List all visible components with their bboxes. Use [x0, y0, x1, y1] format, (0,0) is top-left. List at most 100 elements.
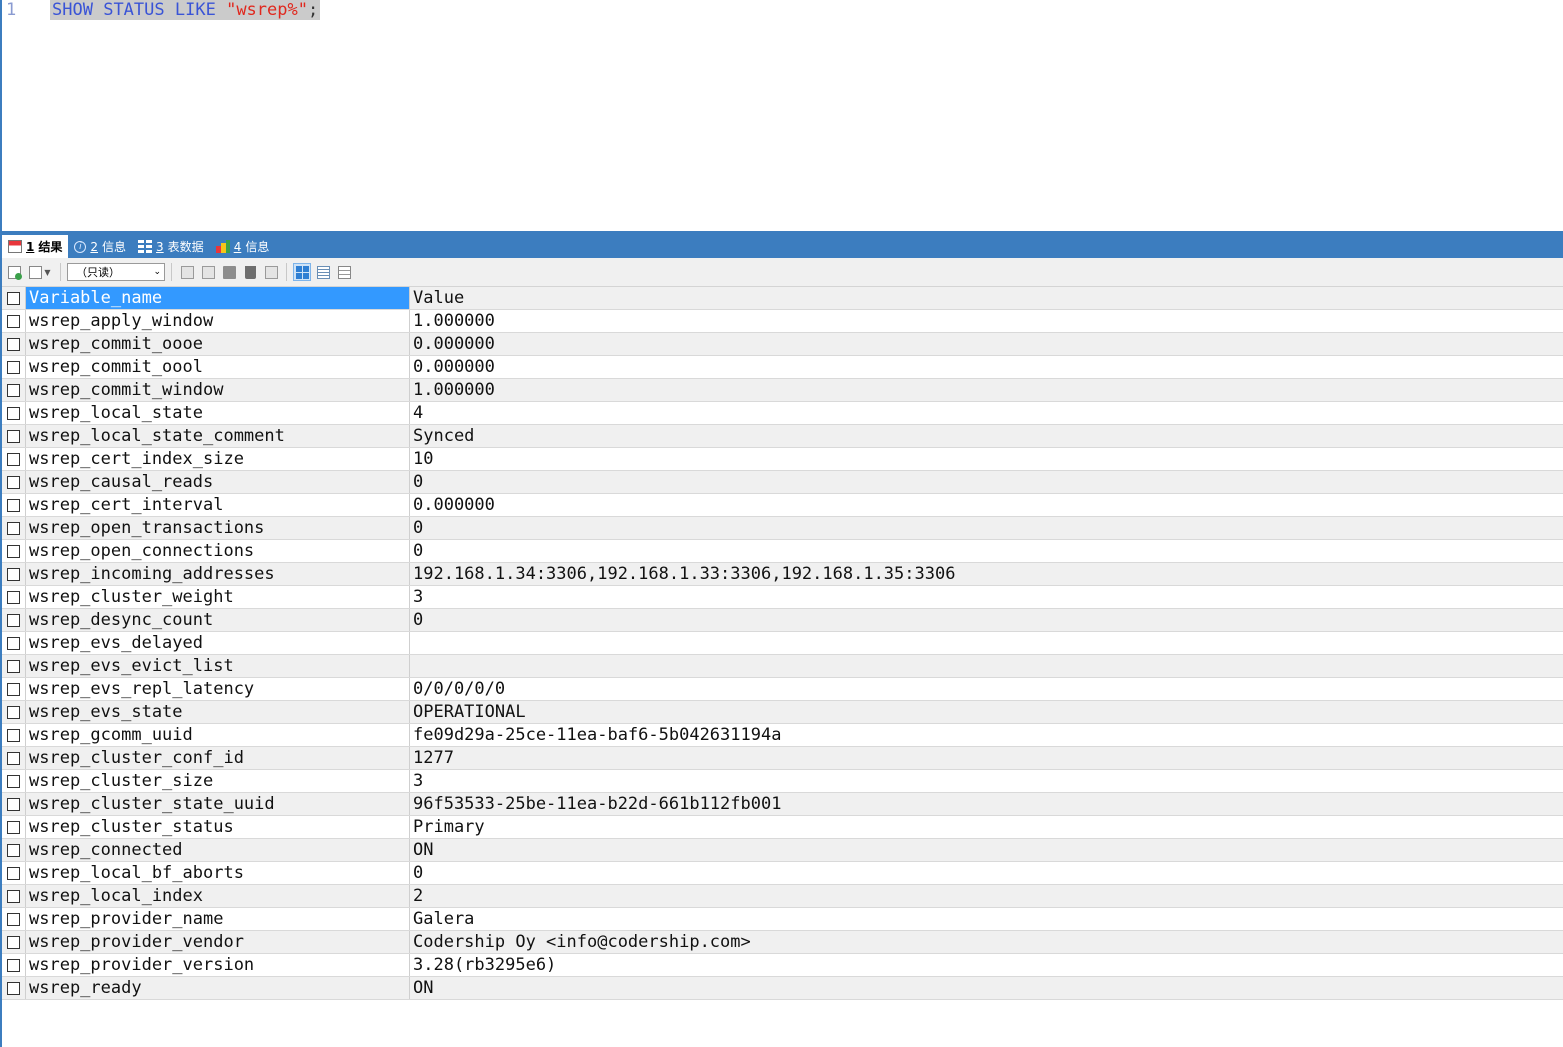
row-select-cell[interactable]: [2, 425, 26, 447]
row-checkbox[interactable]: [7, 636, 20, 650]
variable-name-cell[interactable]: wsrep_local_state: [26, 402, 410, 424]
row-checkbox[interactable]: [7, 705, 20, 719]
save-button[interactable]: [220, 263, 238, 281]
sql-query-line[interactable]: SHOW STATUS LIKE "wsrep%";: [50, 0, 321, 20]
row-checkbox[interactable]: [7, 406, 20, 420]
row-select-cell[interactable]: [2, 977, 26, 999]
row-checkbox[interactable]: [7, 452, 20, 466]
row-checkbox[interactable]: [7, 314, 20, 328]
text-view-button[interactable]: [335, 263, 353, 281]
row-select-cell[interactable]: [2, 379, 26, 401]
row-select-cell[interactable]: [2, 954, 26, 976]
value-cell[interactable]: 0: [410, 540, 1563, 562]
row-select-cell[interactable]: [2, 356, 26, 378]
table-row[interactable]: wsrep_evs_repl_latency 0/0/0/0/0: [2, 678, 1563, 701]
variable-name-cell[interactable]: wsrep_cluster_state_uuid: [26, 793, 410, 815]
variable-name-cell[interactable]: wsrep_cluster_status: [26, 816, 410, 838]
row-select-cell[interactable]: [2, 931, 26, 953]
row-checkbox[interactable]: [7, 521, 20, 535]
column-header-variable-name[interactable]: Variable_name: [26, 287, 410, 309]
row-select-cell[interactable]: [2, 885, 26, 907]
row-checkbox[interactable]: [7, 728, 20, 742]
variable-name-cell[interactable]: wsrep_cluster_conf_id: [26, 747, 410, 769]
table-row[interactable]: wsrep_commit_window 1.000000: [2, 379, 1563, 402]
table-row[interactable]: wsrep_evs_state OPERATIONAL: [2, 701, 1563, 724]
variable-name-cell[interactable]: wsrep_open_transactions: [26, 517, 410, 539]
variable-name-cell[interactable]: wsrep_commit_oool: [26, 356, 410, 378]
value-cell[interactable]: 2: [410, 885, 1563, 907]
value-cell[interactable]: 0.000000: [410, 333, 1563, 355]
row-select-cell[interactable]: [2, 333, 26, 355]
edit-mode-select[interactable]: （只读） ⌄: [67, 263, 165, 281]
grid-options-button[interactable]: ▼: [26, 263, 54, 281]
variable-name-cell[interactable]: wsrep_local_index: [26, 885, 410, 907]
table-row[interactable]: wsrep_desync_count 0: [2, 609, 1563, 632]
table-row[interactable]: wsrep_cluster_status Primary: [2, 816, 1563, 839]
variable-name-cell[interactable]: wsrep_connected: [26, 839, 410, 861]
variable-name-cell[interactable]: wsrep_open_connections: [26, 540, 410, 562]
variable-name-cell[interactable]: wsrep_provider_version: [26, 954, 410, 976]
table-row[interactable]: wsrep_apply_window 1.000000: [2, 310, 1563, 333]
table-row[interactable]: wsrep_cert_index_size 10: [2, 448, 1563, 471]
variable-name-cell[interactable]: wsrep_evs_delayed: [26, 632, 410, 654]
value-cell[interactable]: 0.000000: [410, 356, 1563, 378]
table-row[interactable]: wsrep_provider_vendor Codership Oy <info@…: [2, 931, 1563, 954]
value-cell[interactable]: 3: [410, 586, 1563, 608]
row-select-cell[interactable]: [2, 448, 26, 470]
table-row[interactable]: wsrep_cluster_conf_id 1277: [2, 747, 1563, 770]
copy-row-button[interactable]: [178, 263, 196, 281]
row-checkbox[interactable]: [7, 912, 20, 926]
variable-name-cell[interactable]: wsrep_incoming_addresses: [26, 563, 410, 585]
value-cell[interactable]: [410, 632, 1563, 654]
row-select-cell[interactable]: [2, 471, 26, 493]
table-row[interactable]: wsrep_commit_oooe 0.000000: [2, 333, 1563, 356]
table-row[interactable]: wsrep_open_connections 0: [2, 540, 1563, 563]
row-checkbox[interactable]: [7, 659, 20, 673]
duplicate-button[interactable]: [199, 263, 217, 281]
row-checkbox[interactable]: [7, 981, 20, 995]
value-cell[interactable]: 1.000000: [410, 379, 1563, 401]
select-all-cell[interactable]: [2, 287, 26, 309]
row-select-cell[interactable]: [2, 586, 26, 608]
table-row[interactable]: wsrep_causal_reads 0: [2, 471, 1563, 494]
row-select-cell[interactable]: [2, 724, 26, 746]
row-checkbox[interactable]: [7, 935, 20, 949]
row-select-cell[interactable]: [2, 494, 26, 516]
variable-name-cell[interactable]: wsrep_cluster_weight: [26, 586, 410, 608]
row-select-cell[interactable]: [2, 908, 26, 930]
value-cell[interactable]: 1277: [410, 747, 1563, 769]
row-checkbox[interactable]: [7, 682, 20, 696]
variable-name-cell[interactable]: wsrep_gcomm_uuid: [26, 724, 410, 746]
row-checkbox[interactable]: [7, 475, 20, 489]
row-select-cell[interactable]: [2, 402, 26, 424]
value-cell[interactable]: 192.168.1.34:3306,192.168.1.33:3306,192.…: [410, 563, 1563, 585]
row-checkbox[interactable]: [7, 613, 20, 627]
delete-button[interactable]: [241, 263, 259, 281]
tab-table-data[interactable]: 3 表数据: [132, 235, 210, 258]
variable-name-cell[interactable]: wsrep_causal_reads: [26, 471, 410, 493]
table-row[interactable]: wsrep_cluster_size 3: [2, 770, 1563, 793]
value-cell[interactable]: 0: [410, 609, 1563, 631]
row-select-cell[interactable]: [2, 816, 26, 838]
table-row[interactable]: wsrep_incoming_addresses 192.168.1.34:330…: [2, 563, 1563, 586]
tab-info[interactable]: i 2 信息: [68, 235, 132, 258]
table-row[interactable]: wsrep_local_bf_aborts 0: [2, 862, 1563, 885]
row-select-cell[interactable]: [2, 517, 26, 539]
table-row[interactable]: wsrep_provider_version 3.28(rb3295e6): [2, 954, 1563, 977]
table-row[interactable]: wsrep_commit_oool 0.000000: [2, 356, 1563, 379]
value-cell[interactable]: 4: [410, 402, 1563, 424]
value-cell[interactable]: Primary: [410, 816, 1563, 838]
row-checkbox[interactable]: [7, 544, 20, 558]
value-cell[interactable]: Codership Oy <info@codership.com>: [410, 931, 1563, 953]
row-checkbox[interactable]: [7, 797, 20, 811]
variable-name-cell[interactable]: wsrep_cluster_size: [26, 770, 410, 792]
table-row[interactable]: wsrep_ready ON: [2, 977, 1563, 1000]
row-checkbox[interactable]: [7, 360, 20, 374]
variable-name-cell[interactable]: wsrep_local_state_comment: [26, 425, 410, 447]
row-checkbox[interactable]: [7, 567, 20, 581]
table-row[interactable]: wsrep_evs_evict_list: [2, 655, 1563, 678]
row-select-cell[interactable]: [2, 793, 26, 815]
tab-info-2[interactable]: 4 信息: [210, 235, 276, 258]
row-checkbox[interactable]: [7, 498, 20, 512]
add-row-button[interactable]: [5, 263, 23, 281]
